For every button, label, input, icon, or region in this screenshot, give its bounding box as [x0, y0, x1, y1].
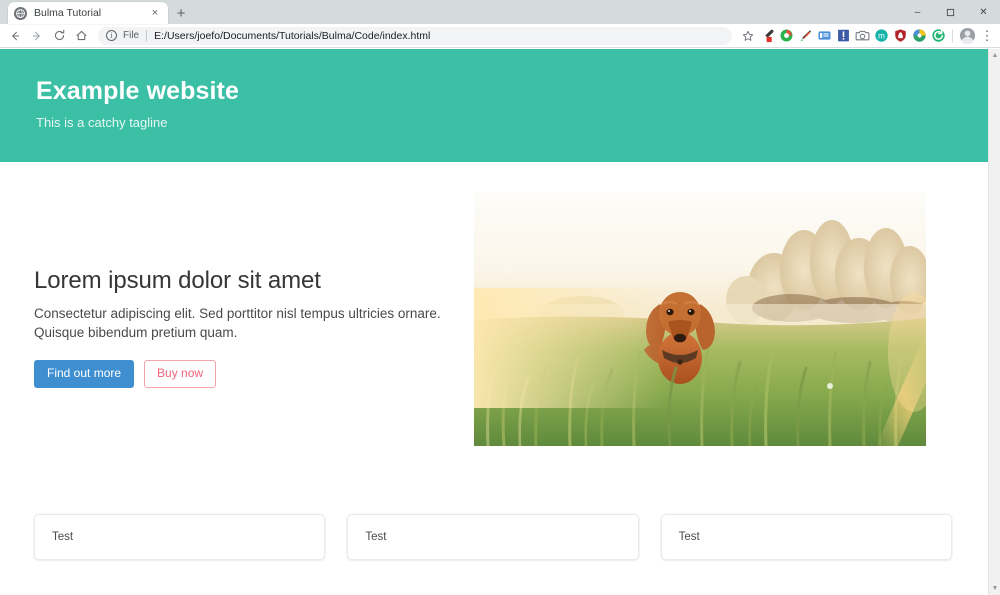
- browser-window: Bulma Tutorial × + – ✕ i File E:/Users/j…: [0, 0, 1000, 595]
- eyedropper-extension-icon[interactable]: [758, 26, 777, 45]
- toolbar-divider: [952, 28, 953, 43]
- new-tab-button[interactable]: +: [168, 2, 194, 24]
- window-maximize-button[interactable]: [934, 0, 967, 24]
- window-close-button[interactable]: ✕: [967, 0, 1000, 24]
- compass-extension-icon[interactable]: [910, 26, 929, 45]
- forward-icon[interactable]: [26, 25, 48, 47]
- card-box[interactable]: Test: [660, 514, 952, 560]
- content-column-right: [474, 192, 952, 446]
- svg-text:m: m: [878, 32, 885, 41]
- card-text: Test: [678, 531, 700, 543]
- scroll-up-arrow-icon[interactable]: ▲: [989, 49, 1000, 62]
- omnibox-divider: [146, 30, 148, 41]
- browser-tab[interactable]: Bulma Tutorial ×: [8, 2, 168, 24]
- address-bar[interactable]: i File E:/Users/joefo/Documents/Tutorial…: [98, 26, 732, 45]
- site-info-icon[interactable]: i: [106, 30, 117, 41]
- hero-tagline: This is a catchy tagline: [36, 115, 168, 130]
- card-box[interactable]: Test: [347, 514, 639, 560]
- card-box[interactable]: Test: [34, 514, 326, 560]
- marker-extension-icon[interactable]: [796, 26, 815, 45]
- card-row: Test Test Test: [0, 514, 988, 560]
- page-scrollbar[interactable]: ▲ ▼: [988, 49, 1000, 595]
- cta-button-row: Find out more Buy now: [34, 360, 474, 388]
- shield-extension-icon[interactable]: [891, 26, 910, 45]
- warning-extension-icon[interactable]: [834, 26, 853, 45]
- card-text: Test: [52, 531, 74, 543]
- back-icon[interactable]: [4, 25, 26, 47]
- clock-extension-icon[interactable]: [777, 26, 796, 45]
- reload-icon[interactable]: [48, 25, 70, 47]
- dachshund-in-grass-photo: [474, 192, 926, 446]
- hero-banner: Example website This is a catchy tagline: [0, 49, 988, 162]
- main-content: Lorem ipsum dolor sit amet Consectetur a…: [0, 162, 988, 446]
- refresh-extension-icon[interactable]: [929, 26, 948, 45]
- reader-extension-icon[interactable]: [815, 26, 834, 45]
- profile-avatar[interactable]: [957, 25, 978, 46]
- m-extension-icon[interactable]: m: [872, 26, 891, 45]
- lead-paragraph: Consectetur adipiscing elit. Sed porttit…: [34, 306, 441, 341]
- url-scheme-label: File: [123, 30, 140, 41]
- window-minimize-button[interactable]: –: [901, 0, 934, 24]
- browser-titlebar: Bulma Tutorial × + – ✕: [0, 0, 1000, 24]
- browser-menu-icon[interactable]: ⋮: [978, 25, 996, 46]
- extensions-strip: m ⋮: [758, 25, 996, 46]
- card-text: Test: [365, 531, 387, 543]
- url-text: E:/Users/joefo/Documents/Tutorials/Bulma…: [154, 29, 431, 42]
- scrollbar-thumb[interactable]: [989, 62, 1000, 462]
- lead-heading: Lorem ipsum dolor sit amet: [34, 267, 321, 294]
- content-column-left: Lorem ipsum dolor sit amet Consectetur a…: [34, 192, 474, 388]
- page-title: Example website: [36, 77, 239, 105]
- browser-toolbar: i File E:/Users/joefo/Documents/Tutorial…: [0, 24, 1000, 48]
- camera-extension-icon[interactable]: [853, 26, 872, 45]
- buy-now-button[interactable]: Buy now: [144, 360, 217, 388]
- page-viewport: Example website This is a catchy tagline…: [0, 49, 1000, 595]
- window-controls: – ✕: [901, 0, 1000, 24]
- globe-icon: [14, 6, 27, 20]
- tab-title: Bulma Tutorial: [34, 7, 102, 19]
- find-out-more-button[interactable]: Find out more: [34, 360, 135, 388]
- tab-close-icon[interactable]: ×: [148, 6, 162, 20]
- home-icon[interactable]: [70, 25, 92, 47]
- web-page: Example website This is a catchy tagline…: [0, 49, 988, 595]
- scroll-down-arrow-icon[interactable]: ▼: [989, 582, 1000, 595]
- bookmark-star-icon[interactable]: [738, 26, 758, 46]
